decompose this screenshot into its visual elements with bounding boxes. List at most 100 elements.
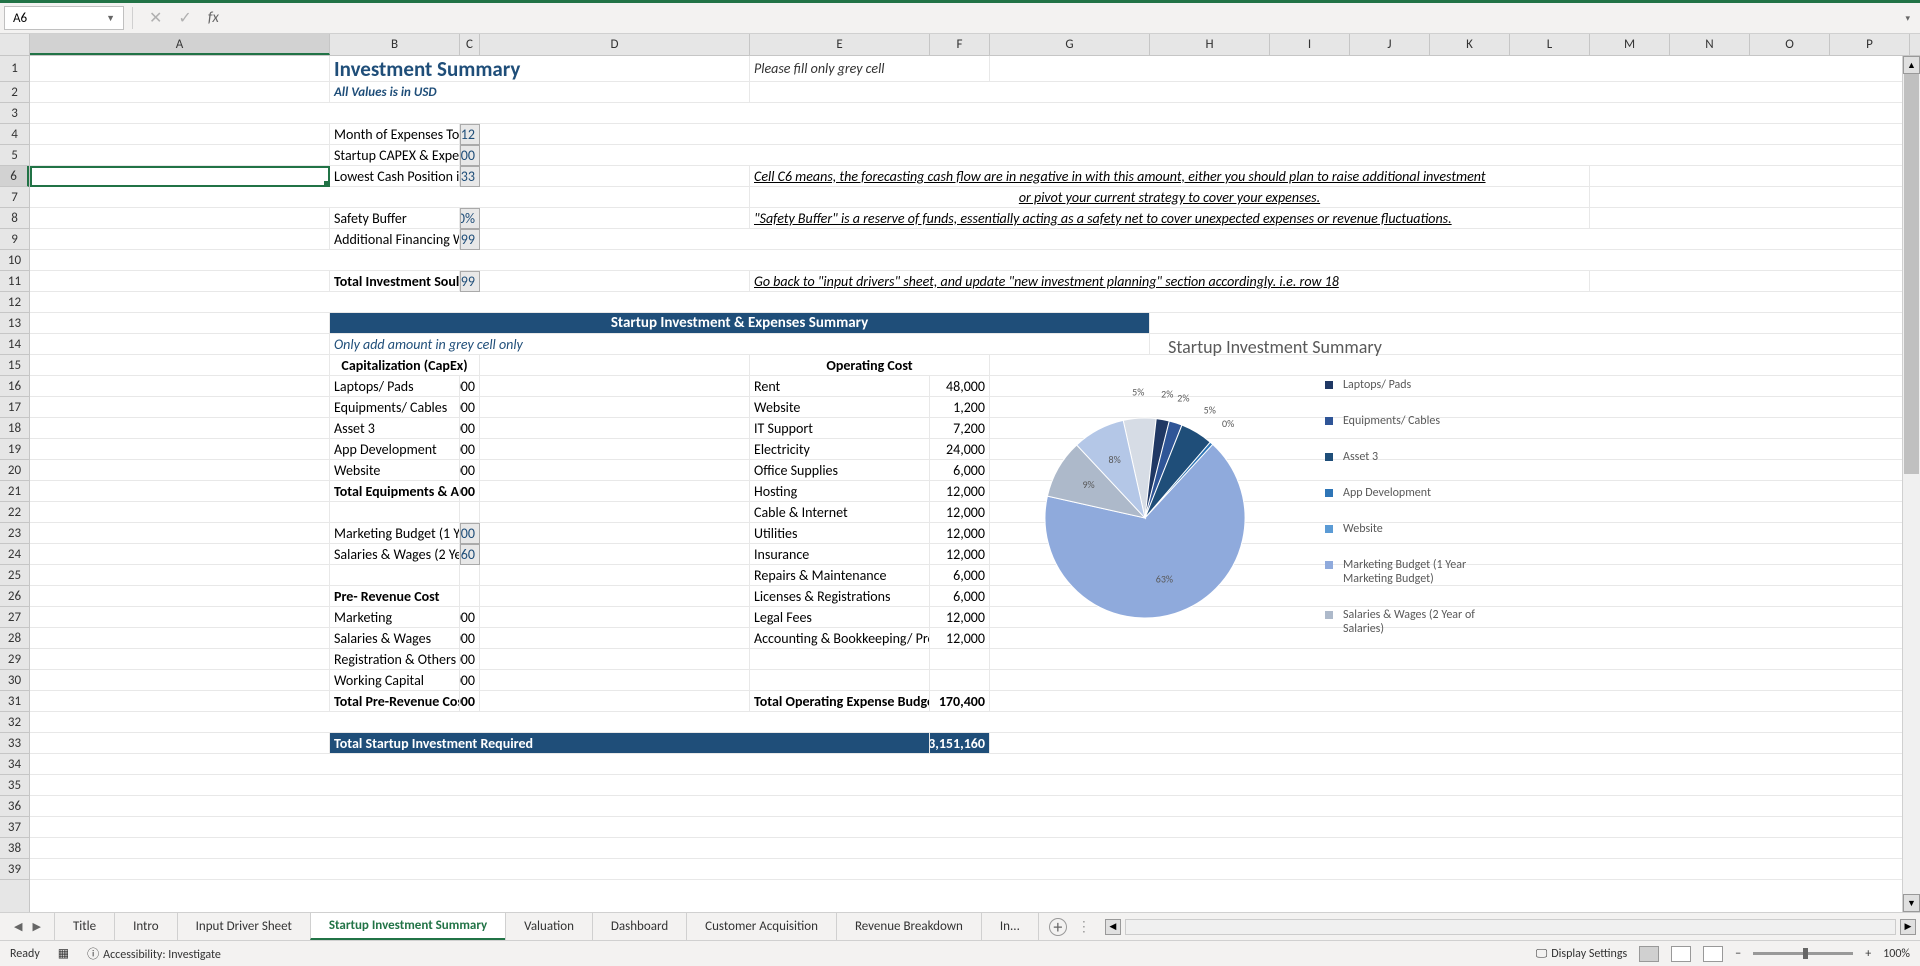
sheet-area[interactable]: Investment SummaryPlease fill only grey … <box>30 56 1920 936</box>
row-header-22[interactable]: 22 <box>0 502 29 523</box>
cell[interactable] <box>30 733 330 754</box>
cell[interactable] <box>1150 313 1910 334</box>
cell[interactable] <box>480 166 750 187</box>
cell[interactable] <box>30 691 330 712</box>
row-header-15[interactable]: 15 <box>0 355 29 376</box>
cell[interactable] <box>480 607 750 628</box>
cell[interactable] <box>750 670 930 691</box>
row-header-37[interactable]: 37 <box>0 817 29 838</box>
cell[interactable] <box>30 775 1910 796</box>
sheet-tab[interactable]: Valuation <box>505 913 593 940</box>
accept-icon[interactable]: ✓ <box>170 8 199 28</box>
col-header-P[interactable]: P <box>1830 34 1910 55</box>
horizontal-scrollbar[interactable]: ◀ ▶ <box>1101 919 1920 935</box>
cell[interactable] <box>1590 166 1910 187</box>
vertical-scrollbar[interactable]: ▲ ▼ <box>1902 56 1920 912</box>
cell[interactable] <box>480 586 750 607</box>
row-header-34[interactable]: 34 <box>0 754 29 775</box>
zoom-out-button[interactable]: − <box>1735 947 1741 961</box>
cell[interactable] <box>30 439 330 460</box>
cell[interactable] <box>30 565 330 586</box>
row-header-27[interactable]: 27 <box>0 607 29 628</box>
cell[interactable] <box>30 607 330 628</box>
cell[interactable] <box>30 796 1910 817</box>
cell[interactable] <box>30 313 330 334</box>
cell[interactable] <box>480 460 750 481</box>
row-header-31[interactable]: 31 <box>0 691 29 712</box>
cell[interactable] <box>30 334 330 355</box>
cancel-icon[interactable]: ✕ <box>141 8 170 28</box>
cell[interactable] <box>30 82 330 103</box>
cell[interactable] <box>480 649 750 670</box>
sheet-tab[interactable]: In... <box>981 913 1039 940</box>
selected-cell-A6[interactable] <box>30 166 330 187</box>
cell[interactable] <box>480 670 750 691</box>
cell[interactable] <box>30 523 330 544</box>
col-header-D[interactable]: D <box>480 34 750 55</box>
display-settings-button[interactable]: 🖵Display Settings <box>1536 947 1627 961</box>
cell[interactable] <box>30 56 330 82</box>
zoom-level[interactable]: 100% <box>1883 947 1910 961</box>
cell[interactable] <box>480 628 750 649</box>
cell[interactable] <box>750 82 1910 103</box>
add-sheet-button[interactable]: + <box>1049 918 1067 936</box>
cell[interactable] <box>480 481 750 502</box>
col-header-K[interactable]: K <box>1430 34 1510 55</box>
cell[interactable] <box>480 376 750 397</box>
sheet-tab[interactable]: Startup Investment Summary <box>310 913 506 940</box>
cell[interactable] <box>1590 208 1910 229</box>
col-header-N[interactable]: N <box>1670 34 1750 55</box>
row-header-8[interactable]: 8 <box>0 208 29 229</box>
col-header-H[interactable]: H <box>1150 34 1270 55</box>
row-header-4[interactable]: 4 <box>0 124 29 145</box>
row-header-24[interactable]: 24 <box>0 544 29 565</box>
cell[interactable] <box>30 481 330 502</box>
cell[interactable] <box>30 649 330 670</box>
row-header-39[interactable]: 39 <box>0 859 29 880</box>
cell[interactable] <box>480 691 750 712</box>
scroll-up-icon[interactable]: ▲ <box>1903 56 1920 74</box>
cell[interactable] <box>30 586 330 607</box>
salaries-input[interactable]: 275,760 <box>460 544 480 565</box>
col-header-E[interactable]: E <box>750 34 930 55</box>
view-page-break-button[interactable] <box>1703 946 1723 962</box>
tab-nav-arrows[interactable]: ◀ ▶ <box>0 920 55 933</box>
row-header-10[interactable]: 10 <box>0 250 29 271</box>
cell[interactable] <box>30 817 1910 838</box>
tab-next-icon[interactable]: ▶ <box>32 920 40 933</box>
row-header-16[interactable]: 16 <box>0 376 29 397</box>
row-header-32[interactable]: 32 <box>0 712 29 733</box>
cell[interactable] <box>1590 271 1910 292</box>
cell[interactable] <box>460 586 480 607</box>
col-header-I[interactable]: I <box>1270 34 1350 55</box>
row-header-9[interactable]: 9 <box>0 229 29 250</box>
row-header-14[interactable]: 14 <box>0 334 29 355</box>
row-header-18[interactable]: 18 <box>0 418 29 439</box>
row-header-17[interactable]: 17 <box>0 397 29 418</box>
row-header-23[interactable]: 23 <box>0 523 29 544</box>
row-header-7[interactable]: 7 <box>0 187 29 208</box>
row-header-20[interactable]: 20 <box>0 460 29 481</box>
row-header-11[interactable]: 11 <box>0 271 29 292</box>
cell[interactable] <box>30 460 330 481</box>
accessibility-status[interactable]: ⓘAccessibility: Investigate <box>87 945 221 962</box>
sheet-tab[interactable]: Dashboard <box>592 913 687 940</box>
cell[interactable] <box>930 670 990 691</box>
formula-input[interactable] <box>227 6 1900 30</box>
capex-input[interactable]: 2,170,400 <box>460 145 480 166</box>
cell[interactable] <box>480 145 1910 166</box>
col-header-M[interactable]: M <box>1590 34 1670 55</box>
expand-formula-bar-icon[interactable]: ▾ <box>1899 13 1916 24</box>
cell[interactable] <box>480 565 750 586</box>
macro-icon[interactable]: ▦ <box>58 946 69 961</box>
cell[interactable] <box>30 250 1910 271</box>
name-box-dropdown-icon[interactable]: ▼ <box>106 13 115 24</box>
cell[interactable] <box>30 418 330 439</box>
cell[interactable] <box>30 754 1910 775</box>
row-header-28[interactable]: 28 <box>0 628 29 649</box>
row-header-38[interactable]: 38 <box>0 838 29 859</box>
cell[interactable] <box>30 670 330 691</box>
row-header-26[interactable]: 26 <box>0 586 29 607</box>
row-header-36[interactable]: 36 <box>0 796 29 817</box>
cell[interactable] <box>30 838 1910 859</box>
